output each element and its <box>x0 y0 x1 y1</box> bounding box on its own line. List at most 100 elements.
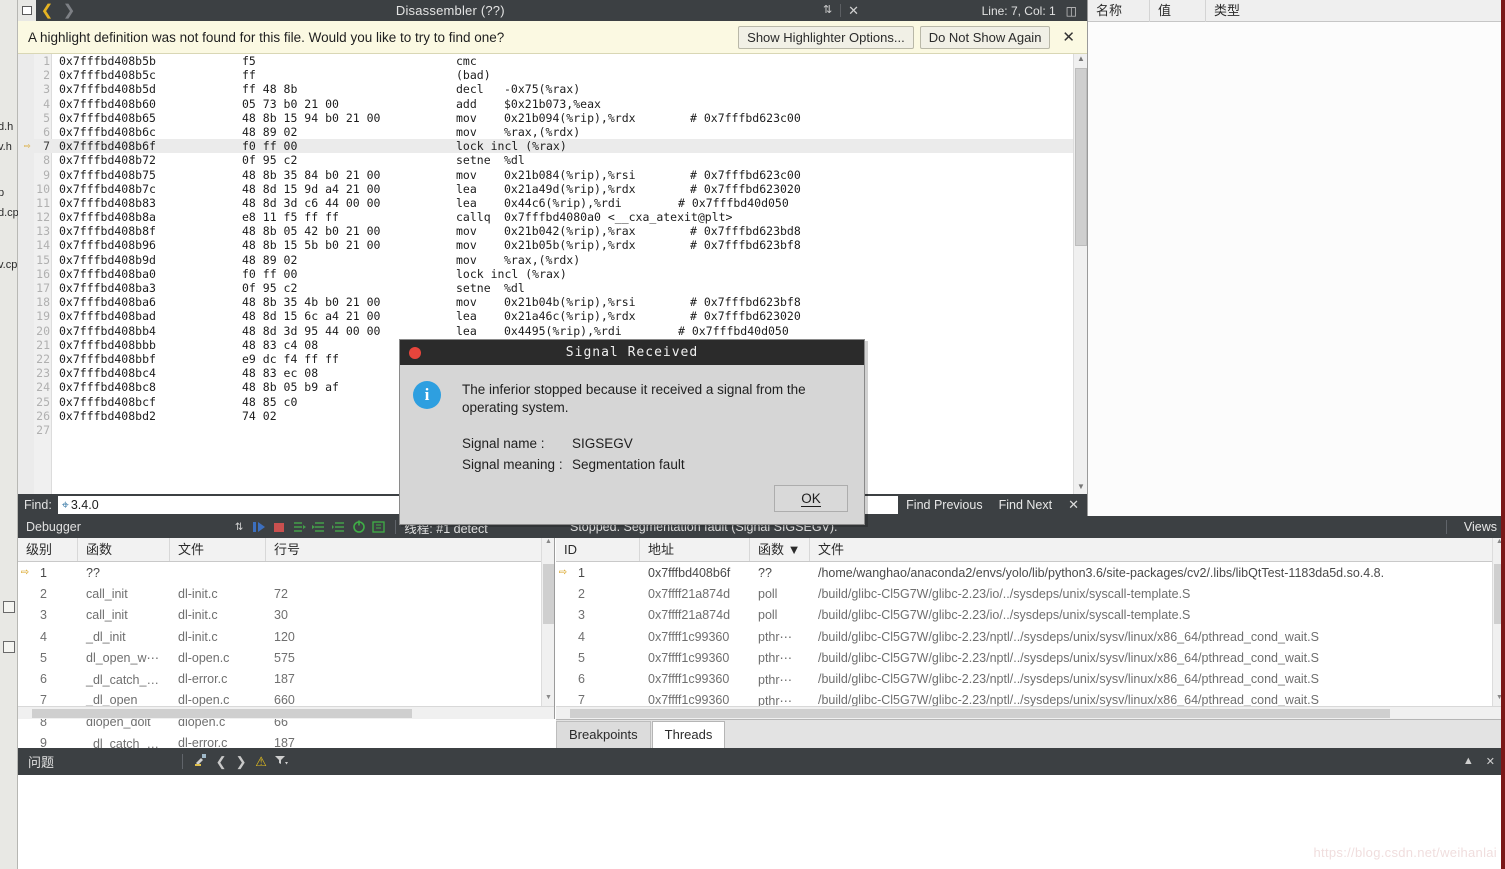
stack-table-body[interactable]: ⇨ 1?? 2 call_init dl-init.c 72 3 call_init dl-in… <box>18 562 554 754</box>
code-line[interactable]: 10 0x7fffbd408b7c 48 8d 15 9d a4 21 00 lea 0… <box>18 182 1073 196</box>
threads-col-function[interactable]: 函数 ▼ <box>750 538 810 561</box>
stack-col-function[interactable]: 函数 <box>78 538 170 561</box>
code-line[interactable]: 20 0x7fffbd408bb4 48 8d 3d 95 44 00 00 lea 0… <box>18 324 1073 338</box>
problems-next-icon[interactable]: ❯ <box>231 754 251 770</box>
code-line[interactable]: 17 0x7fffbd408ba3 0f 95 c2 setne %dl <box>18 281 1073 295</box>
code-line[interactable]: 19 0x7fffbd408bad 48 8d 15 6c a4 21 00 lea 0… <box>18 309 1073 323</box>
left-file-tab-3[interactable]: d.cp <box>0 207 19 219</box>
code-line[interactable]: ⇨ 7 0x7fffbd408b6f f0 ff 00 lock incl (%rax) <box>18 139 1073 154</box>
stack-scroll-thumb[interactable] <box>543 564 554 624</box>
sidebar-tool-icon-1[interactable] <box>3 601 15 613</box>
code-line[interactable]: 11 0x7fffbd408b83 48 8d 3d c6 44 00 00 lea 0… <box>18 196 1073 210</box>
stack-scroll-down-icon[interactable]: ▼ <box>542 694 555 705</box>
table-row[interactable]: 4 0x7ffff1c99360 pthr⋯ /build/glibc-Cl5G7W/… <box>556 626 1505 647</box>
table-row[interactable]: 4 _dl_init dl-init.c 120 <box>18 626 554 647</box>
stack-col-file[interactable]: 文件 <box>170 538 266 561</box>
code-line[interactable]: 14 0x7fffbd408b96 48 8b 15 5b b0 21 00 mov 0… <box>18 238 1073 252</box>
code-line[interactable]: 12 0x7fffbd408b8a e8 11 f5 ff ff callq 0x7ff… <box>18 210 1073 224</box>
threads-col-file[interactable]: 文件 <box>810 538 1505 561</box>
continue-icon[interactable] <box>250 519 268 535</box>
threads-horizontal-scrollbar[interactable] <box>556 706 1505 719</box>
table-row[interactable]: ⇨ 1?? <box>18 562 554 583</box>
threads-col-address[interactable]: 地址 <box>640 538 750 561</box>
code-line[interactable]: 6 0x7fffbd408b6c 48 89 02 mov %rax,(%rdx) <box>18 125 1073 139</box>
code-line[interactable]: 5 0x7fffbd408b65 48 8b 15 94 b0 21 00 mov 0x… <box>18 111 1073 125</box>
table-row[interactable]: ⇨ 1 0x7fffbd408b6f?? /home/wanghao/anaconda… <box>556 562 1505 583</box>
find-next-button[interactable]: Find Next <box>991 498 1061 512</box>
table-row[interactable]: 6 0x7ffff1c99360 pthr⋯ /build/glibc-Cl5G7W/… <box>556 668 1505 689</box>
do-not-show-again-button[interactable]: Do Not Show Again <box>919 25 1051 49</box>
threads-col-id[interactable]: ID <box>556 538 640 561</box>
left-file-tab-1[interactable]: v.h <box>0 141 12 153</box>
table-row[interactable]: 2 0x7ffff21a874d poll/build/glibc-Cl5G7W/g… <box>556 583 1505 604</box>
table-row[interactable]: 3 call_init dl-init.c 30 <box>18 605 554 626</box>
nav-forward-icon[interactable]: ❯ <box>58 0 80 21</box>
tab-breakpoints[interactable]: Breakpoints <box>556 721 651 748</box>
code-line[interactable]: 13 0x7fffbd408b8f 48 8b 05 42 b0 21 00 mov 0… <box>18 224 1073 238</box>
left-file-tab-2[interactable]: p <box>0 187 4 199</box>
editor-mode-icon[interactable] <box>18 0 36 21</box>
code-line[interactable]: 1 0x7fffbd408b5b f5 cmc <box>18 54 1073 68</box>
table-row[interactable]: 3 0x7ffff21a874d poll/build/glibc-Cl5G7W/g… <box>556 605 1505 626</box>
debugger-selector-icon[interactable]: ⇅ <box>229 522 249 533</box>
step-into-icon[interactable] <box>310 519 328 535</box>
scroll-down-icon[interactable]: ▼ <box>1074 482 1087 494</box>
problems-close-icon[interactable]: ✕ <box>1486 755 1495 768</box>
step-over-icon[interactable] <box>290 519 308 535</box>
code-line[interactable]: 8 0x7fffbd408b72 0f 95 c2 setne %dl <box>18 153 1073 167</box>
code-line[interactable]: 2 0x7fffbd408b5c ff (bad) <box>18 68 1073 82</box>
code-line[interactable]: 9 0x7fffbd408b75 48 8b 35 84 b0 21 00 mov 0x… <box>18 168 1073 182</box>
table-row[interactable]: 5 0x7ffff1c99360 pthr⋯ /build/glibc-Cl5G7W/… <box>556 647 1505 668</box>
step-out-icon[interactable] <box>330 519 348 535</box>
restart-icon[interactable] <box>350 519 368 535</box>
problems-collapse-icon[interactable]: ▲ <box>1463 755 1474 768</box>
stack-vertical-scrollbar[interactable]: ▲ ▼ <box>541 538 554 719</box>
stack-frames-panel: 级别 函数 文件 行号 ⇨ 1?? 2 call_init dl-init.c 72 3 ca… <box>18 538 555 751</box>
notification-close-icon[interactable]: ✕ <box>1062 28 1075 46</box>
code-line[interactable]: 18 0x7fffbd408ba6 48 8b 35 4b b0 21 00 mov 0… <box>18 295 1073 309</box>
line-number: 10 <box>36 181 50 196</box>
table-row[interactable]: 6 _dl_catch_ ⋯ dl-error.c 187 <box>18 668 554 689</box>
variables-col-name[interactable]: 名称 <box>1088 0 1150 22</box>
problems-prev-icon[interactable]: ❮ <box>211 754 231 770</box>
editor-vertical-scrollbar[interactable]: ▲ ▼ <box>1073 54 1087 494</box>
show-highlighter-options-button[interactable]: Show Highlighter Options... <box>738 25 914 49</box>
views-menu-button[interactable]: Views <box>1464 520 1497 534</box>
left-file-tab-0[interactable]: d.h <box>0 121 13 133</box>
find-close-icon[interactable]: ✕ <box>1060 497 1087 513</box>
editor-scroll-thumb[interactable] <box>1075 68 1087 246</box>
code-line[interactable]: 16 0x7fffbd408ba0 f0 ff 00 lock incl (%rax) <box>18 267 1073 281</box>
split-editor-icon[interactable]: ◫ <box>1066 4 1077 18</box>
find-previous-button[interactable]: Find Previous <box>898 498 990 512</box>
split-selector-icon[interactable]: ⇅ <box>821 0 835 21</box>
stop-icon[interactable] <box>270 519 288 535</box>
table-row[interactable]: 5 dl_open_w⋯ dl-open.c 575 <box>18 647 554 668</box>
threads-hscroll-thumb[interactable] <box>570 709 1390 718</box>
stack-col-level[interactable]: 级别 <box>18 538 78 561</box>
stack-horizontal-scrollbar[interactable] <box>18 706 554 719</box>
clear-icon[interactable] <box>191 753 211 770</box>
threads-table-body[interactable]: ⇨ 1 0x7fffbd408b6f?? /home/wanghao/anaconda… <box>556 562 1505 711</box>
tab-threads[interactable]: Threads <box>651 721 726 748</box>
variables-col-type[interactable]: 类型 <box>1206 0 1505 22</box>
variables-col-value[interactable]: 值 <box>1150 0 1206 22</box>
editor-close-icon[interactable]: ✕ <box>846 3 862 19</box>
stack-hscroll-thumb[interactable] <box>32 709 412 718</box>
table-row[interactable]: 2 call_init dl-init.c 72 <box>18 583 554 604</box>
dialog-close-dot-icon[interactable] <box>409 347 421 359</box>
scroll-up-icon[interactable]: ▲ <box>1074 54 1087 66</box>
instruction-bytes: 48 83 ec 08 <box>242 366 319 381</box>
dialog-ok-button[interactable]: OK <box>774 485 848 512</box>
code-line[interactable]: 15 0x7fffbd408b9d 48 89 02 mov %rax,(%rdx) <box>18 253 1073 267</box>
instruction-mode-icon[interactable] <box>370 519 388 535</box>
left-file-tab-strip[interactable]: d.h v.h p d.cp v.cp <box>0 21 19 761</box>
code-line[interactable]: 3 0x7fffbd408b5d ff 48 8b decl -0x75(%rax) <box>18 82 1073 96</box>
stack-scroll-up-icon[interactable]: ▲ <box>542 538 555 549</box>
sidebar-tool-icon-2[interactable] <box>3 641 15 653</box>
warning-icon[interactable]: ⚠ <box>251 754 271 770</box>
filter-icon[interactable] <box>271 753 291 770</box>
code-line[interactable]: 4 0x7fffbd408b60 05 73 b0 21 00 add $0x21b07… <box>18 97 1073 111</box>
stack-col-line[interactable]: 行号 <box>266 538 554 561</box>
nav-back-icon[interactable]: ❮ <box>36 0 58 21</box>
left-file-tab-4[interactable]: v.cp <box>0 259 17 271</box>
